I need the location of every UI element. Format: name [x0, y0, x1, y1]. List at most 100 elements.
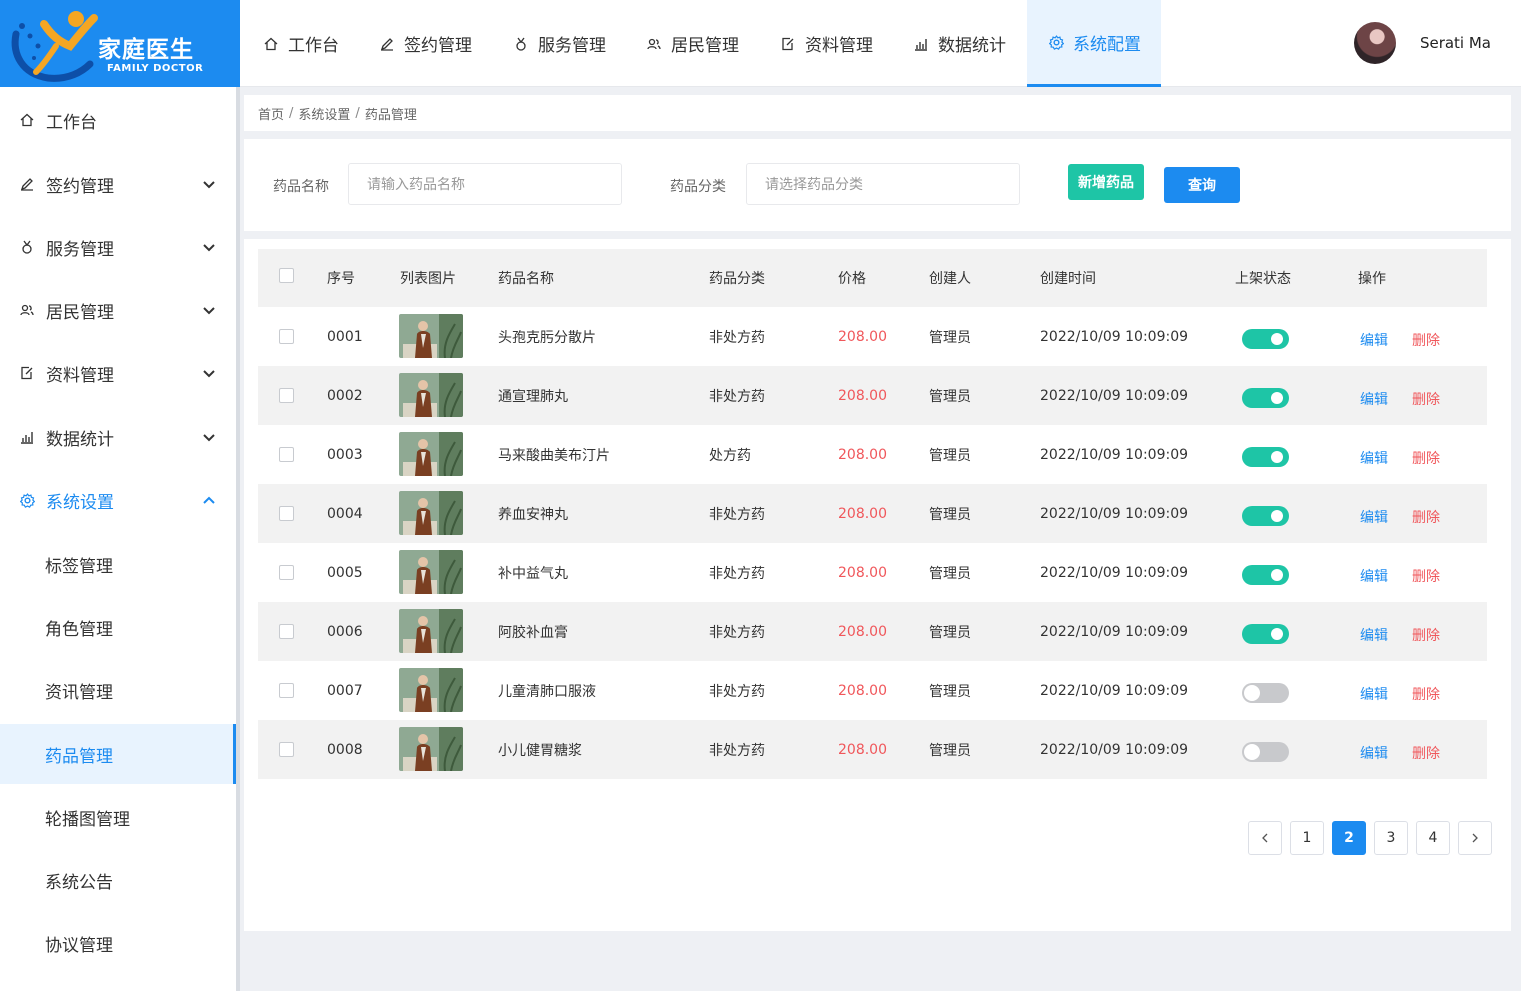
cell-name: 补中益气丸: [498, 565, 568, 582]
sidebar-item-contract[interactable]: 签约管理: [0, 154, 236, 214]
chevron-left-icon: [1262, 833, 1268, 843]
edit-link[interactable]: 编辑: [1360, 448, 1388, 468]
chevron-down-icon: [203, 434, 215, 442]
sidebar-subitem-tags[interactable]: 标签管理: [0, 534, 236, 594]
pagination-page-4[interactable]: 4: [1416, 821, 1450, 855]
pagination-page-2[interactable]: 2: [1332, 821, 1366, 855]
cell-id: 0006: [327, 623, 363, 640]
brand-name-en: FAMILY DOCTOR: [107, 63, 204, 74]
cell-id: 0001: [327, 328, 363, 345]
cell-category: 非处方药: [709, 565, 765, 582]
edit-link[interactable]: 编辑: [1360, 743, 1388, 763]
breadcrumb-home[interactable]: 首页: [258, 104, 284, 123]
table-row: 0007 儿童清肺口服液 非处方药 208.00 管理员 2022/10/09 10:09…: [258, 661, 1487, 720]
sidebar-subitem-medicine[interactable]: 药品管理: [0, 724, 236, 784]
delete-link[interactable]: 删除: [1412, 625, 1440, 645]
listing-status-toggle[interactable]: [1242, 506, 1289, 526]
delete-link[interactable]: 删除: [1412, 389, 1440, 409]
topnav-item-system-config[interactable]: 系统配置: [1027, 0, 1161, 87]
sidebar-item-workbench[interactable]: 工作台: [0, 90, 236, 150]
medicine-category-select[interactable]: 请选择药品分类: [746, 163, 1020, 205]
user-menu[interactable]: Serati Ma: [1353, 22, 1491, 64]
breadcrumb-system-settings[interactable]: 系统设置: [298, 104, 350, 123]
pagination-next-button[interactable]: [1458, 821, 1492, 855]
sidebar-subitem-roles[interactable]: 角色管理: [0, 597, 236, 657]
row-checkbox[interactable]: [279, 683, 294, 698]
listing-status-toggle[interactable]: [1242, 683, 1289, 703]
sidebar-item-label: 资料管理: [46, 365, 114, 386]
listing-status-toggle[interactable]: [1242, 742, 1289, 762]
listing-status-toggle[interactable]: [1242, 329, 1289, 349]
sidebar-subitem-carousel[interactable]: 轮播图管理: [0, 787, 236, 847]
medicine-name-input[interactable]: 请输入药品名称: [348, 163, 622, 205]
cell-created-time: 2022/10/09 10:09:09: [1040, 505, 1189, 522]
bar-chart-icon: [18, 428, 36, 446]
row-checkbox[interactable]: [279, 329, 294, 344]
toggle-knob: [1271, 628, 1283, 640]
sidebar-item-statistics[interactable]: 数据统计: [0, 407, 236, 467]
topnav-item-residents[interactable]: 居民管理: [645, 0, 739, 87]
topnav-item-contract[interactable]: 签约管理: [378, 0, 472, 87]
row-checkbox[interactable]: [279, 447, 294, 462]
sidebar-subitem-news[interactable]: 资讯管理: [0, 660, 236, 720]
listing-status-toggle[interactable]: [1242, 624, 1289, 644]
row-checkbox[interactable]: [279, 388, 294, 403]
sidebar-item-label: 服务管理: [46, 239, 114, 260]
cell-name: 儿童清肺口服液: [498, 683, 596, 700]
pagination-page-3[interactable]: 3: [1374, 821, 1408, 855]
chevron-down-icon: [203, 181, 215, 189]
column-header: 创建人: [929, 271, 971, 287]
pagination-page-1[interactable]: 1: [1290, 821, 1324, 855]
row-checkbox[interactable]: [279, 565, 294, 580]
listing-status-toggle[interactable]: [1242, 388, 1289, 408]
row-checkbox[interactable]: [279, 742, 294, 757]
sidebar-subitem-announcements[interactable]: 系统公告: [0, 850, 236, 910]
toggle-knob: [1271, 451, 1283, 463]
delete-link[interactable]: 删除: [1412, 684, 1440, 704]
column-header: 列表图片: [400, 271, 456, 287]
cell-creator: 管理员: [929, 683, 971, 700]
topnav-item-workbench[interactable]: 工作台: [262, 0, 339, 87]
edit-link[interactable]: 编辑: [1360, 330, 1388, 350]
sidebar-item-system-settings[interactable]: 系统设置: [0, 470, 236, 530]
username: Serati Ma: [1419, 34, 1491, 52]
listing-status-toggle[interactable]: [1242, 565, 1289, 585]
brand-logo[interactable]: 家庭医生 FAMILY DOCTOR: [0, 0, 240, 87]
avatar[interactable]: [1353, 22, 1396, 64]
listing-status-toggle[interactable]: [1242, 447, 1289, 467]
medal-icon: [18, 238, 36, 256]
row-checkbox[interactable]: [279, 624, 294, 639]
topnav-item-service[interactable]: 服务管理: [512, 0, 606, 87]
topnav-label: 签约管理: [404, 36, 472, 56]
delete-link[interactable]: 删除: [1412, 448, 1440, 468]
sidebar-item-label: 系统设置: [46, 492, 114, 513]
sidebar-item-service[interactable]: 服务管理: [0, 217, 236, 277]
sidebar-item-documents[interactable]: 资料管理: [0, 343, 236, 403]
edit-link[interactable]: 编辑: [1360, 389, 1388, 409]
delete-link[interactable]: 删除: [1412, 330, 1440, 350]
delete-link[interactable]: 删除: [1412, 507, 1440, 527]
add-medicine-button[interactable]: 新增药品: [1068, 164, 1144, 200]
query-button[interactable]: 查询: [1164, 167, 1240, 203]
sidebar-scrollbar[interactable]: [236, 87, 240, 991]
pagination-prev-button[interactable]: [1248, 821, 1282, 855]
edit-link[interactable]: 编辑: [1360, 625, 1388, 645]
edit-link[interactable]: 编辑: [1360, 684, 1388, 704]
delete-link[interactable]: 删除: [1412, 566, 1440, 586]
sidebar-item-residents[interactable]: 居民管理: [0, 280, 236, 340]
table-row: 0005 补中益气丸 非处方药 208.00 管理员 2022/10/09 10:09:0…: [258, 543, 1487, 602]
row-checkbox[interactable]: [279, 506, 294, 521]
edit-link[interactable]: 编辑: [1360, 566, 1388, 586]
column-header: 药品分类: [709, 271, 765, 287]
medicine-thumbnail: [399, 727, 463, 771]
cell-creator: 管理员: [929, 624, 971, 641]
topnav-item-documents[interactable]: 资料管理: [779, 0, 873, 87]
column-header: 上架状态: [1235, 271, 1291, 287]
edit-link[interactable]: 编辑: [1360, 507, 1388, 527]
topnav-item-statistics[interactable]: 数据统计: [912, 0, 1006, 87]
cell-category: 非处方药: [709, 506, 765, 523]
delete-link[interactable]: 删除: [1412, 743, 1440, 763]
breadcrumb: 首页 / 系统设置 / 药品管理: [244, 95, 1511, 131]
select-all-checkbox[interactable]: [279, 268, 294, 283]
sidebar-subitem-agreements[interactable]: 协议管理: [0, 913, 236, 973]
